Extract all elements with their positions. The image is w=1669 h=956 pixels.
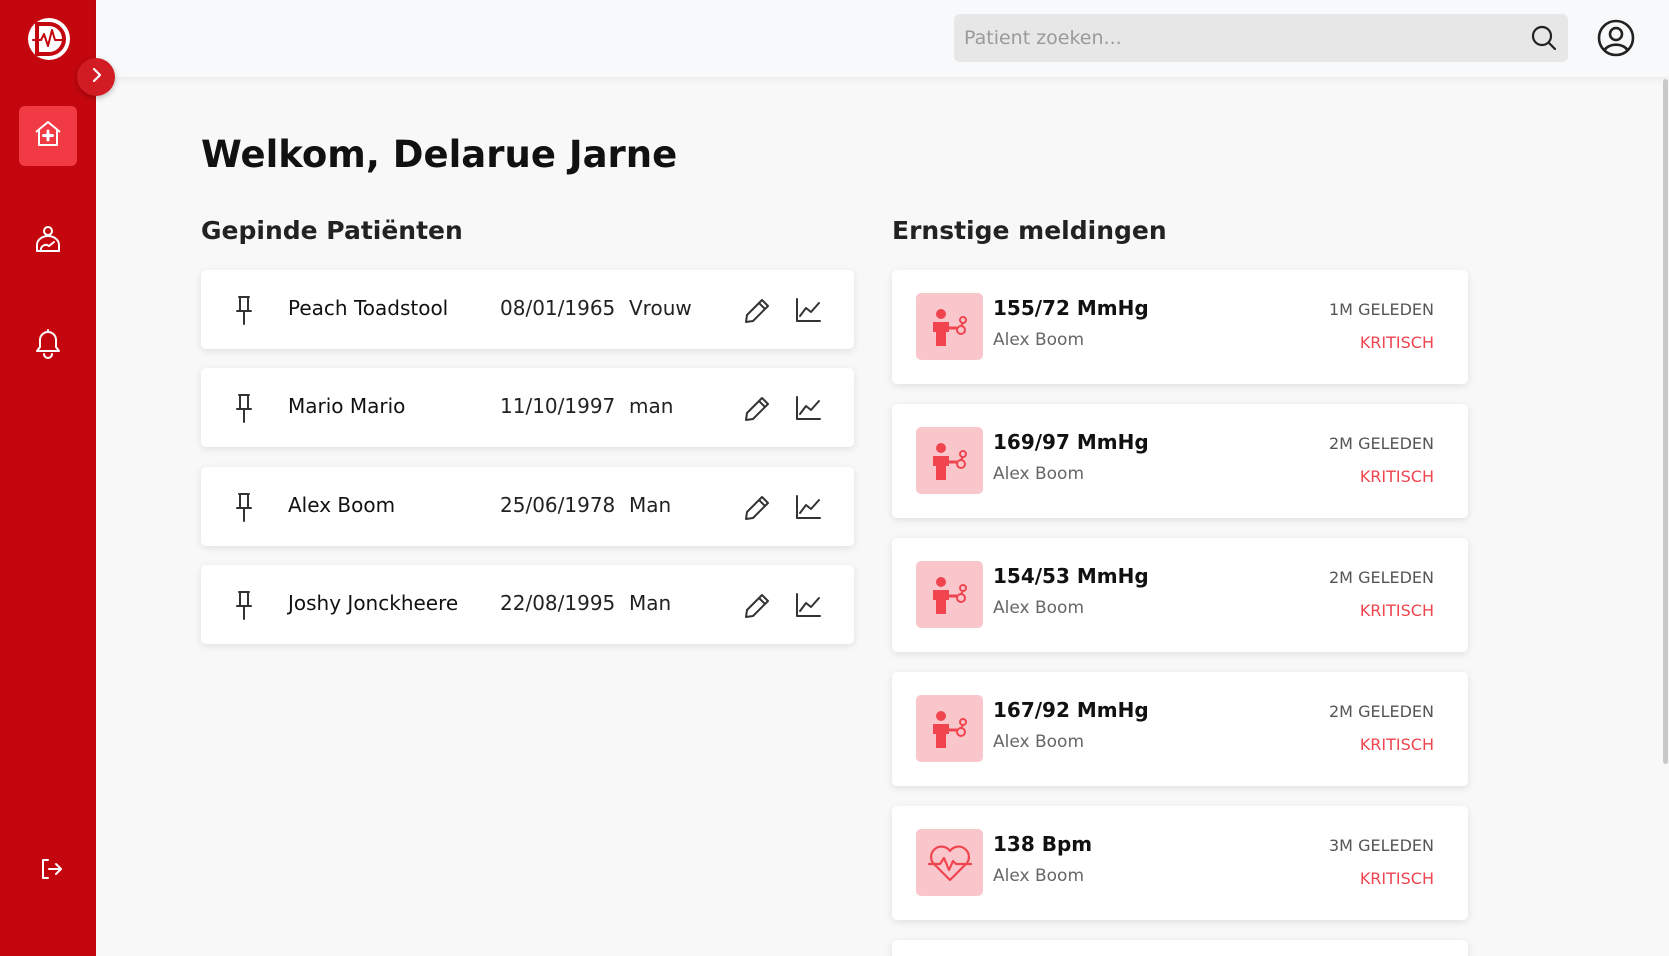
alert-time: 2M GELEDEN	[1329, 434, 1434, 453]
alert-patient: Alex Boom	[993, 464, 1085, 484]
status-badge: KRITISCH	[1359, 467, 1434, 486]
page-title: Welkom, Delarue Jarne	[201, 133, 678, 176]
chart-line-icon[interactable]	[793, 589, 823, 621]
logout-icon	[38, 856, 64, 886]
alert-card[interactable]: 167/92 MmHg Alex Boom 2M GELEDEN KRITISC…	[892, 672, 1468, 786]
alert-card[interactable]: 138 Bpm Alex Boom 3M GELEDEN KRITISCH	[892, 806, 1468, 920]
pinned-patient-card[interactable]: Alex Boom 25/06/1978 Man	[201, 467, 854, 546]
pinned-patient-card[interactable]: Joshy Jonckheere 22/08/1995 Man	[201, 565, 854, 644]
patient-gender: Man	[629, 591, 672, 615]
scrollbar-thumb[interactable]	[1663, 79, 1668, 764]
patient-name: Alex Boom	[288, 493, 396, 517]
status-badge: KRITISCH	[1359, 735, 1434, 754]
alert-card[interactable]	[892, 940, 1468, 956]
alert-time: 2M GELEDEN	[1329, 702, 1434, 721]
pin-icon[interactable]	[229, 589, 259, 621]
status-badge: KRITISCH	[1359, 869, 1434, 888]
alert-time: 3M GELEDEN	[1329, 836, 1434, 855]
patient-name: Joshy Jonckheere	[288, 591, 459, 615]
heart-rate-icon	[916, 829, 983, 896]
status-badge: KRITISCH	[1359, 601, 1434, 620]
heartbeat-logo-icon[interactable]	[28, 18, 70, 60]
pencil-icon[interactable]	[742, 294, 772, 326]
chart-line-icon[interactable]	[793, 491, 823, 523]
status-badge: KRITISCH	[1359, 333, 1434, 352]
top-bar	[96, 0, 1669, 77]
pin-icon[interactable]	[229, 294, 259, 326]
pinned-patient-card[interactable]: Mario Mario 11/10/1997 man	[201, 368, 854, 447]
patient-dob: 22/08/1995	[500, 591, 616, 615]
patient-name: Mario Mario	[288, 394, 406, 418]
chart-line-icon[interactable]	[793, 392, 823, 424]
sidebar-item-patients[interactable]	[19, 211, 77, 271]
patient-dob: 08/01/1965	[500, 296, 616, 320]
patient-name: Peach Toadstool	[288, 296, 449, 320]
chevron-right-icon	[87, 66, 105, 88]
patient-gender: Vrouw	[629, 296, 692, 320]
search-input[interactable]	[954, 14, 1520, 62]
blood-pressure-icon	[916, 695, 983, 762]
patient-icon	[32, 223, 64, 259]
chart-line-icon[interactable]	[793, 294, 823, 326]
alert-value: 169/97 MmHg	[993, 430, 1149, 454]
alert-patient: Alex Boom	[993, 866, 1085, 886]
alert-patient: Alex Boom	[993, 598, 1085, 618]
patient-dob: 25/06/1978	[500, 493, 616, 517]
serious-alerts-title: Ernstige meldingen	[892, 216, 1167, 245]
pinned-patient-card[interactable]: Peach Toadstool 08/01/1965 Vrouw	[201, 270, 854, 349]
alert-time: 1M GELEDEN	[1329, 300, 1434, 319]
sidebar-item-notifications[interactable]	[19, 316, 77, 376]
blood-pressure-icon	[916, 293, 983, 360]
pinned-patients-title: Gepinde Patiënten	[201, 216, 463, 245]
pin-icon[interactable]	[229, 392, 259, 424]
alert-value: 154/53 MmHg	[993, 564, 1149, 588]
alert-card[interactable]: 155/72 MmHg Alex Boom 1M GELEDEN KRITISC…	[892, 270, 1468, 384]
sidebar-item-home[interactable]	[19, 106, 77, 166]
alert-patient: Alex Boom	[993, 732, 1085, 752]
patient-gender: man	[629, 394, 674, 418]
alert-patient: Alex Boom	[993, 330, 1085, 350]
alert-card[interactable]: 154/53 MmHg Alex Boom 2M GELEDEN KRITISC…	[892, 538, 1468, 652]
patient-search	[954, 14, 1568, 62]
hospital-home-icon	[32, 118, 64, 154]
patient-gender: Man	[629, 493, 672, 517]
pencil-icon[interactable]	[742, 589, 772, 621]
bell-icon	[32, 328, 64, 364]
alert-value: 138 Bpm	[993, 832, 1093, 856]
alert-card[interactable]: 169/97 MmHg Alex Boom 2M GELEDEN KRITISC…	[892, 404, 1468, 518]
alert-time: 2M GELEDEN	[1329, 568, 1434, 587]
blood-pressure-icon	[916, 427, 983, 494]
sidebar-toggle-button[interactable]	[77, 58, 115, 96]
search-icon[interactable]	[1520, 14, 1568, 62]
patient-dob: 11/10/1997	[500, 394, 616, 418]
logout-button[interactable]	[36, 856, 66, 886]
pin-icon[interactable]	[229, 491, 259, 523]
pencil-icon[interactable]	[742, 392, 772, 424]
user-circle-icon[interactable]	[1596, 18, 1636, 58]
blood-pressure-icon	[916, 561, 983, 628]
sidebar	[0, 0, 96, 956]
alert-value: 155/72 MmHg	[993, 296, 1149, 320]
alert-value: 167/92 MmHg	[993, 698, 1149, 722]
pencil-icon[interactable]	[742, 491, 772, 523]
scrollbar[interactable]	[1661, 77, 1669, 956]
